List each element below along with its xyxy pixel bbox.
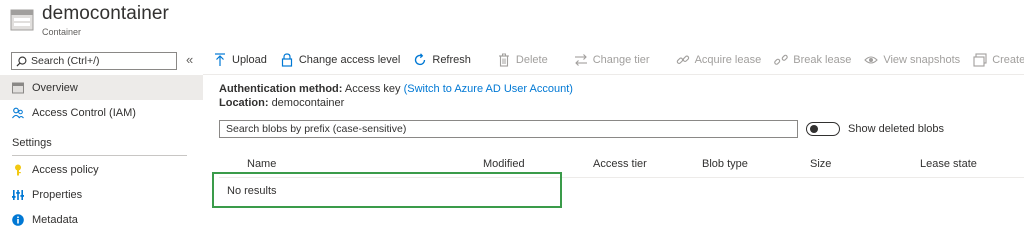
refresh-button[interactable]: Refresh	[413, 53, 471, 67]
auth-method-label: Authentication method:	[219, 83, 343, 95]
info-icon	[12, 213, 24, 226]
view-snapshots-button[interactable]: View snapshots	[864, 53, 960, 67]
swap-arrows-icon	[574, 53, 588, 67]
toggle-knob	[810, 125, 818, 133]
show-deleted-blobs-toggle[interactable]	[806, 122, 840, 136]
container-icon	[10, 8, 34, 32]
upload-label: Upload	[232, 54, 267, 66]
page-header: democontainer Container	[0, 0, 1024, 44]
delete-label: Delete	[515, 54, 548, 66]
page-title: democontainer	[42, 3, 169, 24]
column-header-modified[interactable]: Modified	[483, 158, 525, 170]
collapse-sidebar-button[interactable]: «	[186, 52, 193, 67]
acquire-lease-label: Acquire lease	[694, 54, 762, 66]
auth-method-value: Access key	[344, 83, 401, 95]
sidebar-item-access-control[interactable]: Access Control (IAM)	[0, 100, 203, 125]
sidebar-item-label: Properties	[32, 188, 83, 201]
column-header-lease-state[interactable]: Lease state	[920, 158, 977, 170]
overview-icon	[12, 82, 24, 94]
upload-button[interactable]: Upload	[213, 53, 267, 67]
change-access-level-button[interactable]: Change access level	[280, 53, 401, 67]
break-lease-button[interactable]: Break lease	[774, 53, 851, 67]
properties-icon	[12, 189, 24, 201]
sidebar-item-overview[interactable]: Overview	[0, 75, 203, 100]
break-lease-label: Break lease	[793, 54, 852, 66]
search-icon	[16, 56, 27, 67]
view-snapshots-label: View snapshots	[883, 54, 961, 66]
sidebar: Search (Ctrl+/) « Overview Access Contro…	[0, 48, 203, 245]
change-tier-label: Change tier	[592, 54, 650, 66]
switch-auth-link[interactable]: (Switch to Azure AD User Account)	[404, 83, 573, 95]
toolbar-divider	[203, 74, 1024, 75]
link-icon	[676, 53, 690, 67]
location-info: Location: democontainer	[219, 97, 344, 109]
lock-icon	[280, 53, 294, 67]
refresh-label: Refresh	[432, 54, 471, 66]
delete-button[interactable]: Delete	[497, 53, 548, 67]
sidebar-item-access-policy[interactable]: Access policy	[0, 157, 203, 182]
sidebar-search-placeholder: Search (Ctrl+/)	[31, 55, 100, 67]
settings-section-title: Settings	[12, 137, 52, 149]
people-icon	[12, 107, 24, 119]
section-divider	[12, 155, 187, 156]
acquire-lease-button[interactable]: Acquire lease	[676, 53, 762, 67]
snapshot-icon	[973, 53, 987, 67]
key-icon	[12, 164, 24, 176]
column-header-size[interactable]: Size	[810, 158, 831, 170]
trash-icon	[497, 53, 511, 67]
refresh-icon	[413, 53, 427, 67]
column-header-name[interactable]: Name	[247, 158, 276, 170]
authentication-info: Authentication method: Access key (Switc…	[219, 83, 573, 95]
location-value: democontainer	[271, 97, 345, 109]
sidebar-item-properties[interactable]: Properties	[0, 182, 203, 207]
upload-icon	[213, 53, 227, 67]
broken-link-icon	[774, 53, 788, 67]
page-subtitle: Container	[42, 27, 82, 37]
create-snapshot-button[interactable]: Create snapshot	[973, 53, 1024, 67]
sidebar-item-label: Access policy	[32, 163, 99, 176]
column-header-blob-type[interactable]: Blob type	[702, 158, 748, 170]
sidebar-item-label: Metadata	[32, 213, 78, 226]
change-tier-button[interactable]: Change tier	[574, 53, 650, 67]
show-deleted-blobs-label: Show deleted blobs	[848, 123, 945, 135]
blob-search-input[interactable]: Search blobs by prefix (case-sensitive)	[219, 120, 798, 138]
location-label: Location:	[219, 97, 269, 109]
sidebar-search-input[interactable]: Search (Ctrl+/)	[11, 52, 177, 70]
column-header-access-tier[interactable]: Access tier	[593, 158, 647, 170]
create-snapshot-label: Create snapshot	[992, 54, 1024, 66]
sidebar-item-label: Overview	[32, 81, 78, 94]
sidebar-item-label: Access Control (IAM)	[32, 106, 136, 119]
command-bar: Upload Change access level Refresh Delet…	[213, 48, 1024, 72]
highlight-box	[212, 172, 562, 208]
sidebar-item-metadata[interactable]: Metadata	[0, 207, 203, 232]
eye-icon	[864, 53, 879, 67]
change-access-level-label: Change access level	[298, 54, 401, 66]
